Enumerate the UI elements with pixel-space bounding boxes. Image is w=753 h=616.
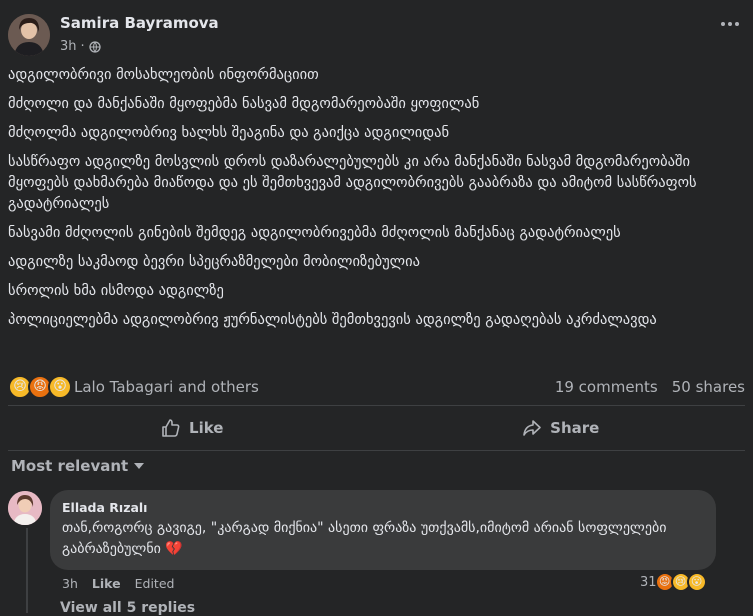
post-paragraph: მძღოლი და მანქანაში მყოფებმა ნასვამ მდგო… (8, 96, 480, 112)
post-paragraph: მძღოლმა ადგილობრივ ხალხს შეაგინა და გაიქ… (8, 125, 450, 141)
thumbs-up-icon (162, 419, 180, 437)
divider (8, 405, 745, 406)
reply-thread-line (26, 528, 28, 613)
post-paragraph: ადგილობრივი მოსახლეობის ინფორმაციით (8, 67, 319, 83)
post-paragraph: ადგილზე საკმაოდ ბევრი სპეცრაზმელები მობი… (8, 254, 420, 270)
post-text: ადგილობრივი მოსახლეობის ინფორმაციით მძღო… (8, 65, 743, 339)
post-paragraph: სროლის ხმა ისმოდა ადგილზე (8, 283, 224, 299)
author-name[interactable]: Samira Bayramova (60, 14, 219, 32)
comment-text: თან,როგორც გავიგე, "კარგად მიქნია" ასეთი… (62, 520, 667, 557)
sort-label: Most relevant (11, 457, 129, 475)
post-stats: 😢 😡 😮 Lalo Tabagari and others 19 commen… (8, 375, 745, 399)
reaction-icons[interactable]: 😢 😡 😮 (8, 375, 72, 399)
post-actions: Like Share (8, 409, 745, 447)
commenter-name[interactable]: Ellada Rızalı (62, 500, 147, 515)
share-label: Share (550, 419, 600, 437)
comment-reactions[interactable]: 31 😡 😢 😮 (640, 572, 707, 592)
commenter-avatar[interactable] (8, 491, 42, 525)
comment-meta: 3h Like Edited (62, 576, 174, 591)
shares-count[interactable]: 50 shares (672, 378, 745, 396)
engagement-counts: 19 comments 50 shares (555, 378, 745, 396)
comment-edited-label: Edited (134, 576, 175, 591)
post-header: Samira Bayramova 3h · (0, 0, 753, 60)
post-paragraph: პოლიციელებმა ადგილობრივ ჟურნალისტებს შემ… (8, 312, 657, 328)
share-arrow-icon (523, 420, 541, 436)
comment-bubble: Ellada Rızalı თან,როგორც გავიგე, "კარგად… (50, 490, 716, 570)
chevron-down-icon (134, 463, 145, 469)
wow-emoji-icon: 😮 (686, 572, 707, 592)
globe-icon (89, 40, 101, 53)
more-options-icon[interactable] (721, 22, 739, 26)
broken-heart-icon: 💔 (165, 541, 183, 557)
view-replies-link[interactable]: View all 5 replies (60, 600, 195, 616)
comment-like-button[interactable]: Like (92, 576, 121, 591)
author-avatar[interactable] (8, 14, 50, 56)
divider (8, 450, 745, 451)
wow-emoji-icon: 😮 (48, 375, 72, 399)
comment-time[interactable]: 3h (62, 576, 78, 591)
post-time[interactable]: 3h (60, 39, 77, 54)
like-button[interactable]: Like (8, 409, 377, 447)
post-paragraph: სასწრაფო ადგილზე მოსვლის დროს დაზარალებუ… (8, 154, 697, 212)
like-label: Like (189, 419, 224, 437)
reaction-names[interactable]: Lalo Tabagari and others (74, 378, 259, 396)
share-button[interactable]: Share (377, 409, 746, 447)
comment-sort-dropdown[interactable]: Most relevant (11, 457, 145, 475)
comments-count[interactable]: 19 comments (555, 378, 658, 396)
post-paragraph: ნასვამი მძღოლის გინების შემდეგ ადგილობრი… (8, 225, 621, 241)
post-meta: 3h · (60, 39, 101, 54)
